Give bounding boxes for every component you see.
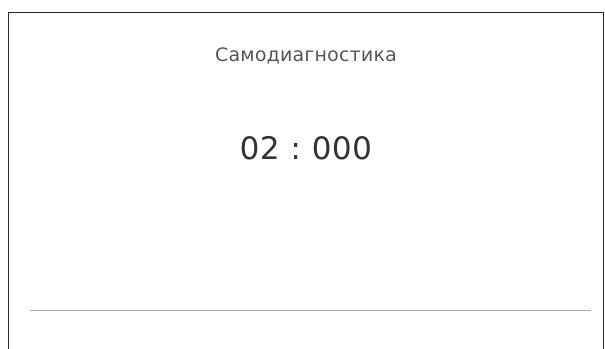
diagnostic-code: 02 : 000 <box>239 131 373 167</box>
panel-title: Самодиагностика <box>214 44 397 66</box>
self-diagnostics-panel: Самодиагностика 02 : 000 <box>8 12 604 349</box>
divider <box>30 310 591 311</box>
